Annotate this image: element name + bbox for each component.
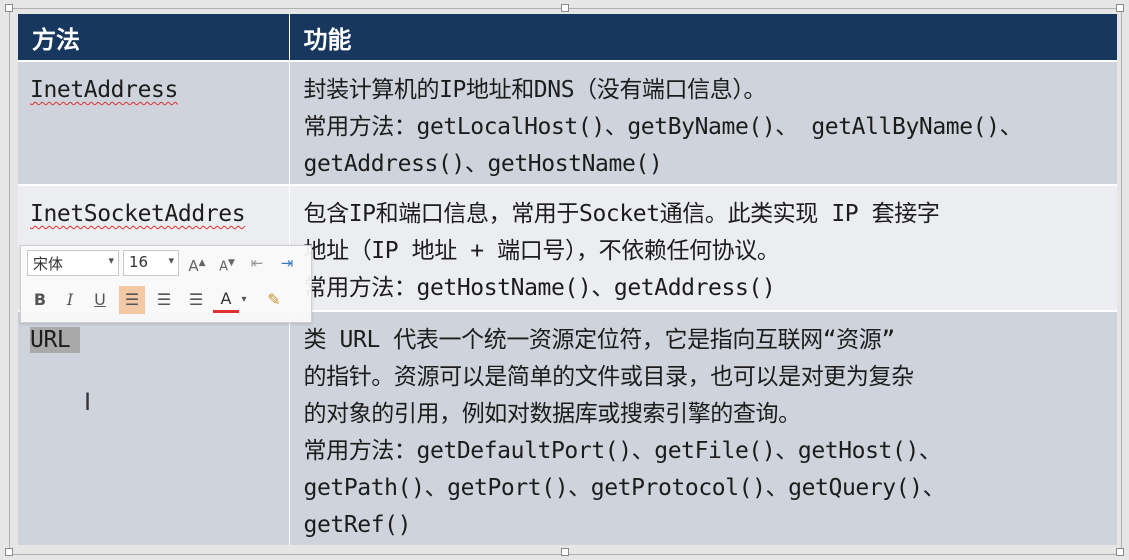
font-size-value: 16 <box>129 253 149 271</box>
font-name-value: 宋体 <box>33 255 64 273</box>
function-line: 常用方法：getHostName()、getAddress() <box>303 275 776 301</box>
chevron-down-icon[interactable]: ▾ <box>237 286 251 314</box>
italic-icon[interactable]: I <box>57 286 83 314</box>
grow-font-icon[interactable]: A▲ <box>185 250 209 276</box>
resize-handle-tl[interactable] <box>5 4 13 12</box>
resize-handle-br[interactable] <box>1116 548 1124 556</box>
table-row: InetAddress 封装计算机的IP地址和DNS（没有端口信息）。 常用方法… <box>18 60 1117 185</box>
function-cell[interactable]: 类 URL 代表一个统一资源定位符，它是指向互联网“资源” 的指针。资源可以是简… <box>289 310 1117 545</box>
function-cell[interactable]: 封装计算机的IP地址和DNS（没有端口信息）。 常用方法：getLocalHos… <box>289 60 1117 185</box>
function-line: 常用方法：getDefaultPort()、getFile()、getHost(… <box>303 438 942 464</box>
bold-icon[interactable]: B <box>27 286 53 314</box>
resize-handle-tm[interactable] <box>561 4 569 12</box>
function-line: 包含IP和端口信息，常用于Socket通信。此类实现 IP 套接字 <box>303 201 940 227</box>
function-line: 封装计算机的IP地址和DNS（没有端口信息）。 <box>303 77 767 103</box>
function-line: 常用方法：getLocalHost()、getByName()、 getAllB… <box>303 114 1023 140</box>
table-header-row: 方法 功能 <box>18 14 1117 61</box>
font-size-dropdown[interactable]: 16 ▾ <box>123 250 179 276</box>
function-line: getPath()、getPort()、getProtocol()、getQue… <box>303 475 946 501</box>
table-row: URL 类 URL 代表一个统一资源定位符，它是指向互联网“资源” 的指针。资源… <box>18 310 1117 545</box>
function-line: 的对象的引用，例如对数据库或搜索引擎的查询。 <box>303 401 802 427</box>
increase-indent-icon[interactable]: ⇥ <box>275 250 299 276</box>
underline-icon[interactable]: U <box>87 286 113 314</box>
mini-format-toolbar: 宋体 ▾ 16 ▾ A▲ A▼ ⇤ ⇥ B I U ☰ ☰ ☰ A ▾ ✎ <box>20 245 312 323</box>
align-center-icon[interactable]: ☰ <box>151 286 177 314</box>
header-method[interactable]: 方法 <box>18 14 290 61</box>
format-painter-icon[interactable]: ✎ <box>261 286 287 314</box>
chevron-down-icon: ▾ <box>108 254 114 267</box>
method-name: InetSocketAddres <box>30 201 246 227</box>
header-function[interactable]: 功能 <box>289 14 1117 61</box>
resize-handle-bm[interactable] <box>561 548 569 556</box>
align-right-icon[interactable]: ☰ <box>183 286 209 314</box>
function-line: 类 URL 代表一个统一资源定位符，它是指向互联网“资源” <box>303 327 896 353</box>
font-name-dropdown[interactable]: 宋体 ▾ <box>27 250 119 276</box>
method-name-selected: URL <box>30 327 81 353</box>
resize-handle-bl[interactable] <box>5 548 13 556</box>
text-cursor-icon: I <box>84 388 92 416</box>
method-cell[interactable]: InetAddress <box>18 60 290 185</box>
decrease-indent-icon[interactable]: ⇤ <box>245 250 269 276</box>
resize-handle-tr[interactable] <box>1116 4 1124 12</box>
function-cell[interactable]: 包含IP和端口信息，常用于Socket通信。此类实现 IP 套接字 地址（IP … <box>289 184 1117 311</box>
function-line: 地址（IP 地址 + 端口号），不依赖任何协议。 <box>303 238 780 264</box>
method-name: InetAddress <box>30 77 178 103</box>
function-line: getRef() <box>303 512 412 538</box>
method-cell[interactable]: URL <box>18 310 290 545</box>
shrink-font-icon[interactable]: A▼ <box>215 250 239 276</box>
function-line: getAddress()、getHostName() <box>303 151 663 177</box>
chevron-down-icon: ▾ <box>168 254 174 267</box>
function-line: 的指针。资源可以是简单的文件或目录，也可以是对更为复杂 <box>303 364 915 390</box>
align-left-icon[interactable]: ☰ <box>119 286 145 314</box>
font-color-icon[interactable]: A <box>213 288 239 313</box>
